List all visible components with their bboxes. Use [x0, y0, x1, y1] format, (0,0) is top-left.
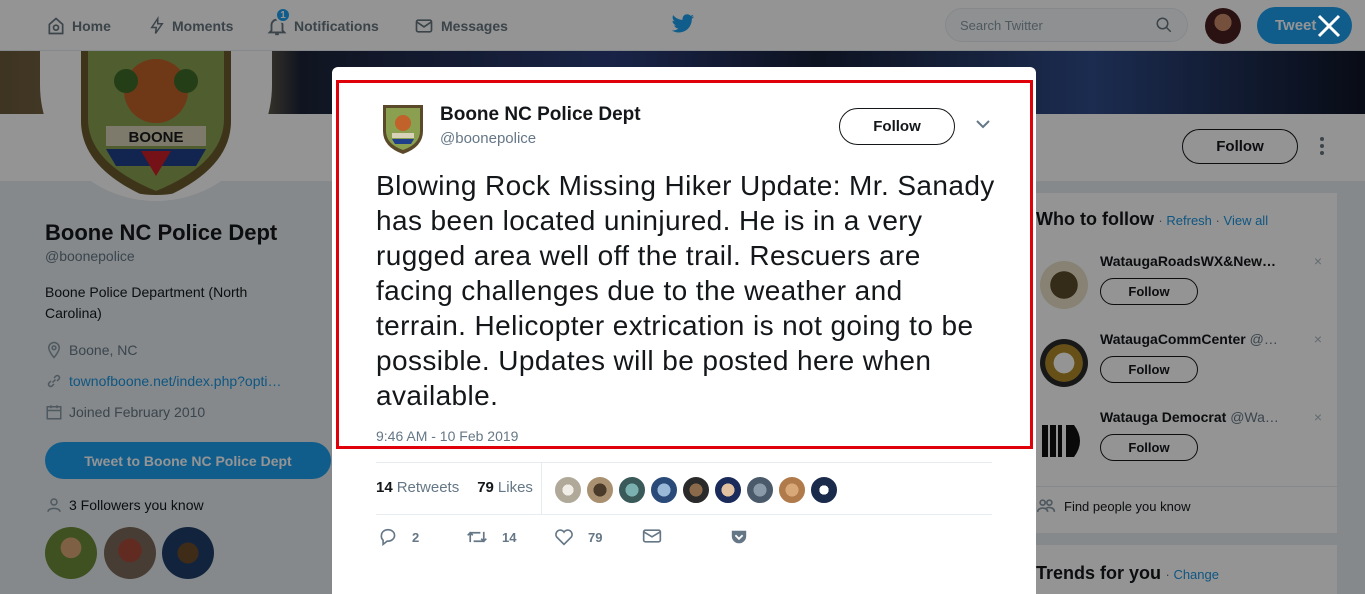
reply-icon	[380, 528, 396, 546]
retweets-stat[interactable]: 14 Retweets	[376, 479, 459, 496]
tweet-stats: 14 Retweets 79 Likes	[376, 479, 533, 496]
highlight-box	[336, 80, 1033, 449]
pocket-button[interactable]	[730, 528, 762, 546]
liker-avatar[interactable]	[746, 476, 774, 504]
liker-avatar[interactable]	[778, 476, 806, 504]
envelope-icon	[642, 529, 662, 543]
direct-message-button[interactable]	[642, 528, 676, 544]
reply-button[interactable]: 2	[378, 528, 419, 546]
heart-icon	[555, 529, 573, 546]
reply-count: 2	[412, 529, 420, 545]
liker-avatar[interactable]	[554, 476, 582, 504]
retweet-button[interactable]: 14	[466, 528, 516, 546]
liker-avatar[interactable]	[650, 476, 678, 504]
likes-stat[interactable]: 79 Likes	[477, 479, 533, 496]
retweet-count: 14	[502, 529, 517, 545]
pocket-icon	[731, 530, 747, 544]
close-icon[interactable]	[1316, 13, 1342, 39]
liker-avatar[interactable]	[714, 476, 742, 504]
tweet-actions: 2 14 79	[378, 528, 778, 548]
divider	[376, 462, 992, 463]
liker-avatar[interactable]	[618, 476, 646, 504]
retweet-icon	[467, 531, 487, 543]
liker-avatar[interactable]	[586, 476, 614, 504]
like-button[interactable]: 79	[554, 528, 602, 546]
liker-avatar[interactable]	[810, 476, 838, 504]
liker-avatar[interactable]	[682, 476, 710, 504]
likers-list	[554, 476, 838, 504]
like-count: 79	[588, 529, 603, 545]
divider	[376, 514, 992, 515]
divider	[541, 463, 542, 514]
